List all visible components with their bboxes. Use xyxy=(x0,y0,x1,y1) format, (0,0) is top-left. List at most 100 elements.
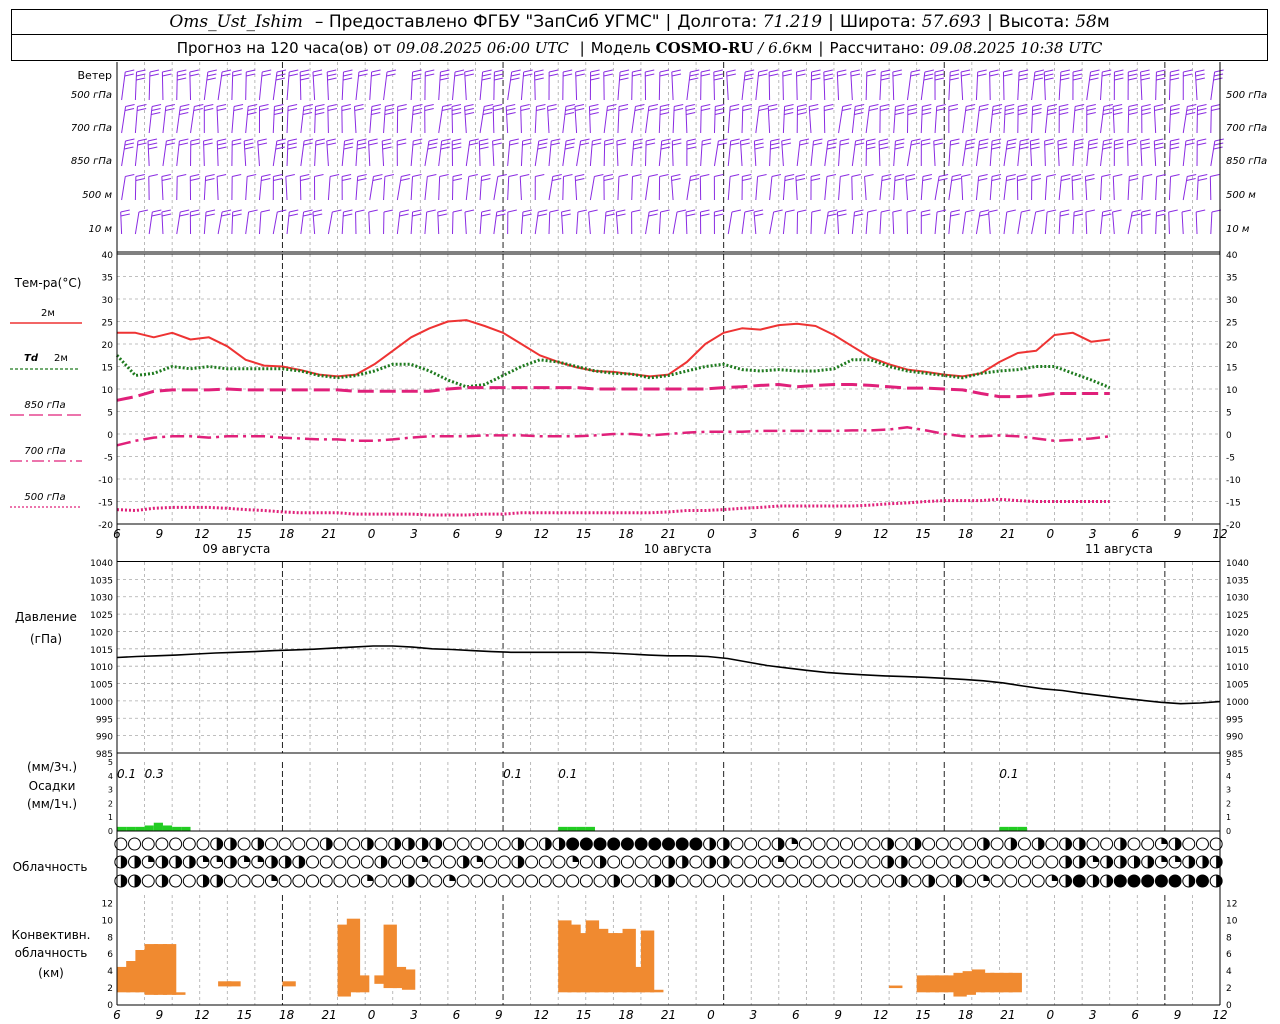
cloud-cover-symbol xyxy=(867,855,881,869)
x-tick-label: 3 xyxy=(1089,1008,1097,1022)
conv-tick-left: 2 xyxy=(107,984,113,994)
precip-bar xyxy=(999,826,1009,831)
cloud-cover-symbol xyxy=(155,855,169,869)
wind-barb xyxy=(314,104,325,134)
cloud-cover-symbol xyxy=(1086,855,1100,869)
wind-barb xyxy=(1086,69,1100,101)
wind-barb xyxy=(1003,174,1016,201)
cloud-cover-symbol xyxy=(347,855,361,869)
wind-barb xyxy=(810,174,821,201)
convective-bar xyxy=(227,981,241,987)
wind-barb xyxy=(161,69,172,101)
wind-barb xyxy=(438,104,452,134)
wind-barb xyxy=(1017,104,1028,134)
cloud-cover-symbol xyxy=(976,874,990,888)
wind-barb xyxy=(190,138,200,167)
precip-bar xyxy=(117,826,127,831)
wind-barb xyxy=(1196,138,1207,167)
wind-barb xyxy=(534,138,548,167)
x-tick-label: 15 xyxy=(576,527,591,541)
wind-barb xyxy=(879,209,891,235)
cloud-cover-symbol xyxy=(169,855,183,869)
wind-barb xyxy=(258,174,271,201)
wind-barb xyxy=(879,69,891,101)
cloud-cover-symbol xyxy=(839,855,853,869)
cloud-cover-symbol xyxy=(963,855,977,869)
prec-amount-label: 0.1 xyxy=(117,767,136,781)
temp-tick-left: 10 xyxy=(102,386,114,396)
cloud-cover-symbol xyxy=(1141,837,1155,851)
wind-barb xyxy=(933,138,944,167)
wind-barb xyxy=(121,174,135,201)
wind-barb xyxy=(176,209,190,235)
cloud-cover-symbol xyxy=(1031,837,1045,851)
wind-barb xyxy=(920,138,931,167)
cloud-cover-symbol xyxy=(867,837,881,851)
wind-barb xyxy=(1153,138,1164,167)
cloud-cover-symbol xyxy=(333,874,347,888)
cloud-cover-symbol xyxy=(292,855,306,869)
wind-barb xyxy=(438,174,449,201)
wind-barb xyxy=(479,174,491,201)
day-label: 09 августа xyxy=(203,542,271,556)
cloud-cover-symbol xyxy=(689,837,703,851)
wind-barb xyxy=(1112,104,1123,134)
cloud-cover-symbol xyxy=(415,874,429,888)
pres-tick-left: 1040 xyxy=(90,559,113,569)
wind-barb xyxy=(534,69,544,101)
wind-barb xyxy=(396,209,410,235)
prec-tick-right: 5 xyxy=(1226,758,1231,767)
cloud-cover-symbol xyxy=(566,874,580,888)
cloud-cover-symbol xyxy=(716,855,730,869)
wind-barb xyxy=(381,138,392,167)
wind-barb xyxy=(478,138,489,167)
wind-barb xyxy=(948,174,962,201)
wind-barb xyxy=(507,138,519,167)
wind-barb xyxy=(685,104,696,134)
cloud-cover-symbol xyxy=(771,837,785,851)
cloud-cover-symbol xyxy=(1127,837,1141,851)
cloud-cover-symbol xyxy=(511,855,525,869)
cloud-cover-symbol xyxy=(470,874,484,888)
wind-barb xyxy=(920,174,933,201)
wind-barb xyxy=(424,138,439,167)
cloud-cover-symbol xyxy=(771,855,785,869)
wind-barb xyxy=(975,104,989,134)
wind-barb xyxy=(755,69,768,101)
wind-barb xyxy=(1017,138,1030,167)
temp-tick-right: -20 xyxy=(1226,521,1241,531)
x-tick-label: 0 xyxy=(368,527,376,541)
wind-level-label-right: 500 гПа xyxy=(1226,90,1267,101)
wind-barb xyxy=(796,104,807,134)
cloud-cover-symbol xyxy=(812,855,826,869)
pres-tick-right: 1020 xyxy=(1226,628,1249,638)
wind-barb xyxy=(162,138,176,167)
cloud-cover-symbol xyxy=(1168,855,1182,869)
cloud-cover-symbol xyxy=(1168,874,1182,888)
wind-barb xyxy=(700,104,711,134)
wind-barb xyxy=(755,104,769,134)
wind-barb xyxy=(286,104,298,134)
cloud-cover-symbol xyxy=(497,837,511,851)
wind-barb xyxy=(658,209,670,235)
wind-barb xyxy=(836,69,847,101)
pres-title: Давление xyxy=(15,610,77,624)
wind-barb xyxy=(451,209,463,235)
wind-barb xyxy=(451,69,465,101)
temp-tick-left: 35 xyxy=(102,274,113,284)
wind-barb xyxy=(617,174,629,201)
wind-barb xyxy=(838,138,850,167)
cloud-cover-symbol xyxy=(497,855,511,869)
wind-barb xyxy=(1155,209,1166,235)
wind-barb xyxy=(1100,138,1113,167)
cloud-cover-symbol xyxy=(579,874,593,888)
x-tick-label: 6 xyxy=(1131,527,1139,541)
wind-barb xyxy=(588,209,598,235)
wind-barb xyxy=(438,138,451,167)
x-tick-label: 15 xyxy=(237,1008,252,1022)
cloud-cover-symbol xyxy=(935,855,949,869)
x-tick-label: 0 xyxy=(368,1008,376,1022)
cloud-cover-symbol xyxy=(333,837,347,851)
cloud-cover-symbol xyxy=(1100,855,1114,869)
cloud-cover-symbol xyxy=(1182,874,1196,888)
